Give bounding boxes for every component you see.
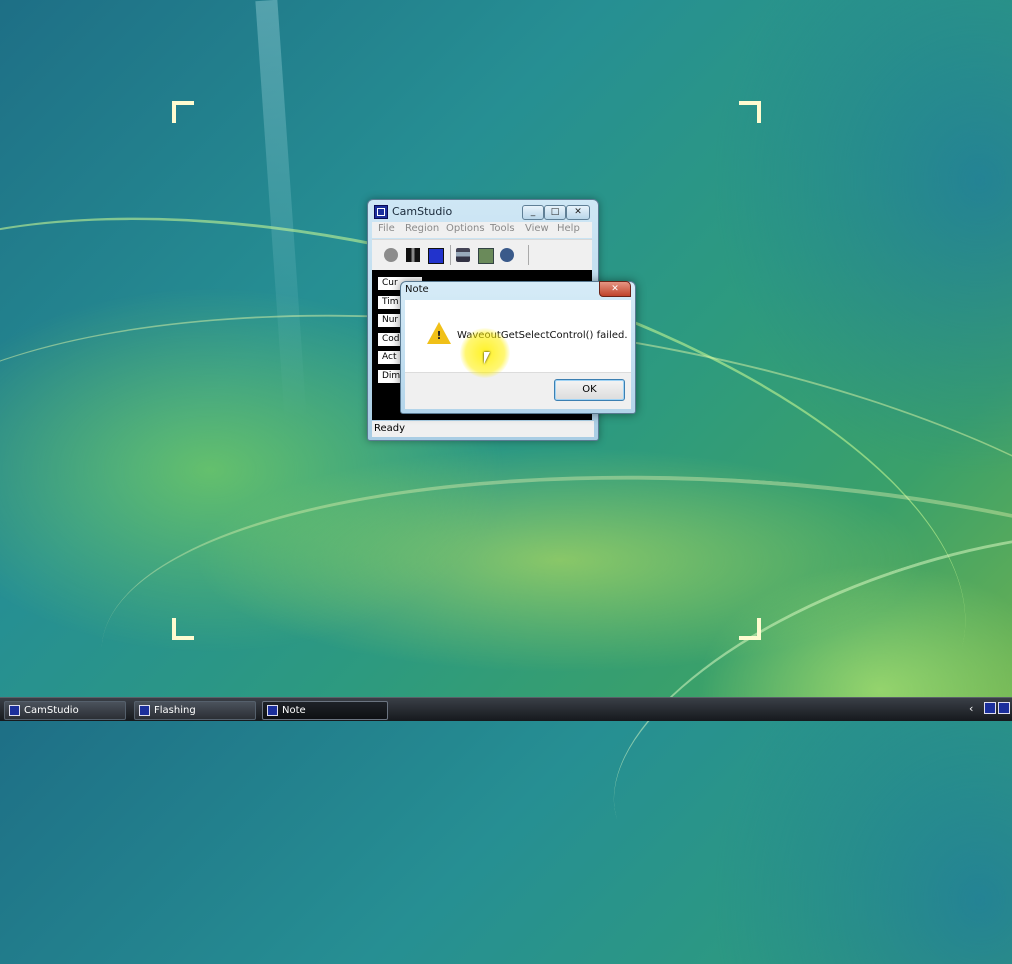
camstudio-app-icon	[9, 705, 20, 716]
pause-icon[interactable]	[406, 248, 420, 262]
region-corner-bottom-right	[739, 618, 761, 640]
taskbar-item-label: CamStudio	[24, 705, 79, 716]
taskbar-item-label: Flashing	[154, 705, 196, 716]
taskbar-item-camstudio[interactable]: CamStudio	[4, 701, 126, 720]
camstudio-app-icon	[267, 705, 278, 716]
camstudio-app-icon	[139, 705, 150, 716]
close-button[interactable]: ✕	[566, 205, 590, 220]
tray-camstudio-icon[interactable]	[984, 702, 996, 714]
mouse-cursor-icon	[484, 352, 490, 364]
taskbar-item-note[interactable]: Note	[262, 701, 388, 720]
wallpaper-light-beam	[255, 0, 307, 421]
toolbar-separator	[528, 245, 529, 265]
annotation-icon[interactable]	[456, 248, 470, 262]
tray-expand-chevron-icon[interactable]: ‹	[969, 702, 973, 715]
minimize-button[interactable]: _	[522, 205, 544, 220]
title-bar[interactable]: CamStudio _ □ ✕	[374, 204, 590, 222]
swf-icon[interactable]	[500, 248, 514, 262]
menu-tools[interactable]: Tools	[490, 223, 515, 234]
menu-help[interactable]: Help	[557, 223, 580, 234]
taskbar-item-flashing[interactable]: Flashing	[134, 701, 256, 720]
toolbar	[372, 239, 592, 270]
dialog-body: ! WaveoutGetSelectControl() failed. OK	[405, 300, 631, 409]
menu-file[interactable]: File	[378, 223, 395, 234]
record-icon[interactable]	[384, 248, 398, 262]
menu-view[interactable]: View	[525, 223, 549, 234]
stop-icon[interactable]	[428, 248, 444, 264]
taskbar-item-label: Note	[282, 705, 306, 716]
maximize-button[interactable]: □	[544, 205, 566, 220]
window-title: CamStudio	[392, 205, 453, 218]
ok-button[interactable]: OK	[554, 379, 625, 401]
dialog-footer: OK	[405, 372, 631, 409]
menu-bar: File Region Options Tools View Help	[372, 222, 592, 238]
note-dialog: Note ✕ ! WaveoutGetSelectControl() faile…	[400, 281, 636, 414]
tray-camstudio-icon[interactable]	[998, 702, 1010, 714]
region-corner-bottom-left	[172, 618, 194, 640]
status-bar: Ready	[372, 421, 594, 437]
taskbar: CamStudio Flashing Note	[0, 697, 1012, 721]
menu-region[interactable]: Region	[405, 223, 439, 234]
camstudio-app-icon[interactable]	[374, 205, 388, 219]
region-corner-top-right	[739, 101, 761, 123]
dialog-title: Note	[405, 284, 429, 295]
video-options-icon[interactable]	[478, 248, 494, 264]
region-corner-top-left	[172, 101, 194, 123]
dialog-close-button[interactable]: ✕	[599, 281, 631, 297]
wallpaper-swoosh	[86, 435, 1012, 949]
menu-options[interactable]: Options	[446, 223, 485, 234]
toolbar-separator	[450, 245, 451, 265]
warning-icon-mark: !	[436, 329, 442, 342]
